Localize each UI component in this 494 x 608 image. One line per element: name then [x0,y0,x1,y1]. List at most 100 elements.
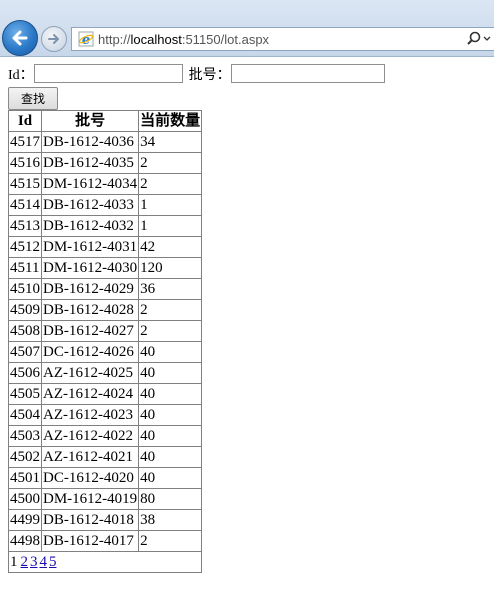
cell-batch: DB-1612-4036 [40,131,140,153]
cell-quantity: 40 [138,404,203,426]
batch-input[interactable] [230,64,385,83]
cell-quantity: 120 [138,257,203,279]
ie-page-icon: e [78,31,94,47]
lot-table: Id 批号 当前数量 4517 DB-1612-4036 34 4516 DB-1612… [7,110,203,573]
id-label: Id： [8,67,34,83]
pager-link-page[interactable]: 3 [30,554,38,570]
cell-quantity: 40 [138,341,203,363]
search-icon[interactable] [467,31,493,47]
cell-batch: DM-1612-4019 [40,488,140,510]
column-header-batch: 批号 [40,110,140,132]
table-row: 4507 DC-1612-4026 40 [8,341,203,363]
table-row: 4505 AZ-1612-4024 40 [8,383,203,405]
table-row: 4509 DB-1612-4028 2 [8,299,203,321]
table-row: 4510 DB-1612-4029 36 [8,278,203,300]
url-path: :51150/lot.aspx [181,32,270,47]
cell-quantity: 40 [138,446,203,468]
table-row: 4514 DB-1612-4033 1 [8,194,203,216]
cell-batch: DB-1612-4029 [40,278,140,300]
pager-link-page[interactable]: 4 [40,554,48,570]
cell-batch: DM-1612-4030 [40,257,140,279]
cell-batch: AZ-1612-4024 [40,383,140,405]
cell-batch: AZ-1612-4021 [40,446,140,468]
cell-quantity: 34 [138,131,203,153]
page-content: Id： 批号： 查找 Id 批号 当前数量 4517 DB-1612-4036 34… [7,63,385,573]
cell-quantity: 1 [138,194,203,216]
url-prefix: http:// [98,32,131,47]
cell-id: 4498 [8,530,42,552]
address-bar[interactable]: e http://localhost:51150/lot.aspx [71,27,494,51]
cell-quantity: 42 [138,236,203,258]
cell-id: 4500 [8,488,42,510]
cell-quantity: 40 [138,467,203,489]
forward-button[interactable] [41,26,67,52]
table-row: 4512 DM-1612-4031 42 [8,236,203,258]
cell-id: 4510 [8,278,42,300]
find-button[interactable]: 查找 [8,87,58,110]
cell-quantity: 1 [138,215,203,237]
back-button[interactable] [2,20,38,56]
cell-id: 4505 [8,383,42,405]
column-header-quantity: 当前数量 [138,110,203,132]
pager-current-page: 1 [10,554,18,570]
cell-id: 4511 [8,257,42,279]
cell-batch: DB-1612-4018 [40,509,140,531]
cell-quantity: 38 [138,509,203,531]
pager-row: 12345 [7,551,203,573]
cell-batch: AZ-1612-4025 [40,362,140,384]
cell-quantity: 40 [138,383,203,405]
cell-id: 4506 [8,362,42,384]
table-row: 4516 DB-1612-4035 2 [8,152,203,174]
cell-batch: DB-1612-4027 [40,320,140,342]
table-row: 4513 DB-1612-4032 1 [8,215,203,237]
search-form: Id： 批号： [8,63,385,84]
table-row: 4503 AZ-1612-4022 40 [8,425,203,447]
cell-id: 4509 [8,299,42,321]
cell-id: 4503 [8,425,42,447]
cell-id: 4507 [8,341,42,363]
column-header-id: Id [8,110,42,132]
url-text: http://localhost:51150/lot.aspx [98,32,269,47]
cell-id: 4501 [8,467,42,489]
arrow-left-icon [12,30,28,46]
id-input[interactable] [33,64,183,83]
cell-id: 4514 [8,194,42,216]
cell-batch: DM-1612-4031 [40,236,140,258]
cell-id: 4504 [8,404,42,426]
cell-batch: DM-1612-4034 [40,173,140,195]
cell-batch: DB-1612-4033 [40,194,140,216]
arrow-right-icon [48,34,59,44]
cell-id: 4515 [8,173,42,195]
cell-id: 4502 [8,446,42,468]
table-row: 4500 DM-1612-4019 80 [8,488,203,510]
pager-link-page[interactable]: 2 [21,554,29,570]
table-row: 4499 DB-1612-4018 38 [8,509,203,531]
pager-link-page[interactable]: 5 [49,554,57,570]
cell-batch: DC-1612-4026 [40,341,140,363]
cell-id: 4513 [8,215,42,237]
cell-batch: DB-1612-4032 [40,215,140,237]
cell-quantity: 80 [138,488,203,510]
cell-quantity: 40 [138,425,203,447]
table-row: 4508 DB-1612-4027 2 [8,320,203,342]
cell-id: 4499 [8,509,42,531]
table-row: 4504 AZ-1612-4023 40 [8,404,203,426]
cell-quantity: 2 [138,320,203,342]
cell-quantity: 40 [138,362,203,384]
pager: 12345 [7,551,203,573]
table-body: 4517 DB-1612-4036 34 4516 DB-1612-4035 2 4515 D… [8,131,203,552]
batch-label: 批号： [188,67,231,83]
cell-batch: DB-1612-4028 [40,299,140,321]
table-row: 4511 DM-1612-4030 120 [8,257,203,279]
cell-id: 4516 [8,152,42,174]
table-row: 4506 AZ-1612-4025 40 [8,362,203,384]
cell-id: 4508 [8,320,42,342]
cell-batch: DB-1612-4017 [40,530,140,552]
cell-quantity: 2 [138,152,203,174]
cell-batch: DC-1612-4020 [40,467,140,489]
cell-batch: AZ-1612-4023 [40,404,140,426]
cell-batch: DB-1612-4035 [40,152,140,174]
cell-batch: AZ-1612-4022 [40,425,140,447]
table-row: 4515 DM-1612-4034 2 [8,173,203,195]
table-row: 4498 DB-1612-4017 2 [8,530,203,552]
